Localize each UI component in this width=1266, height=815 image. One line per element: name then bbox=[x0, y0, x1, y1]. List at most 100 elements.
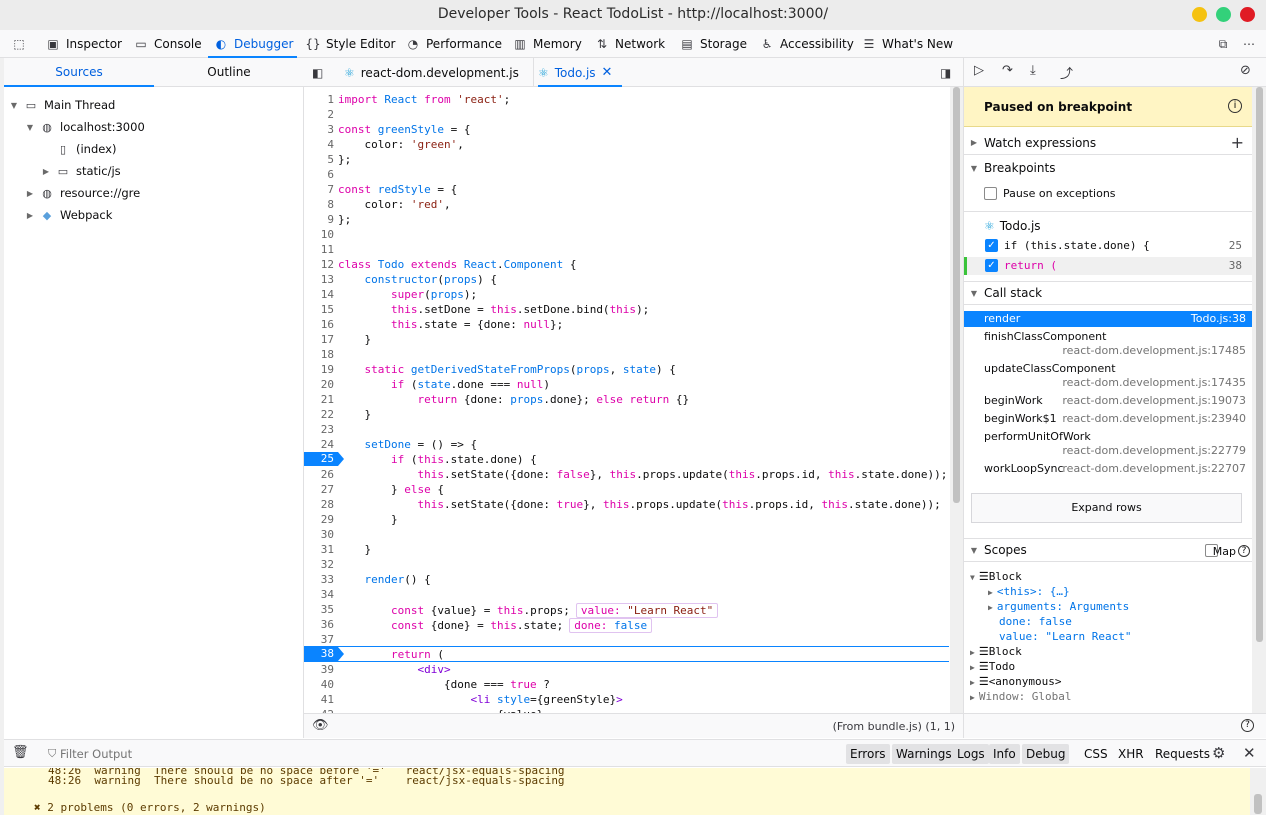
tree-webpack[interactable]: ▶ ◆ Webpack bbox=[24, 205, 112, 225]
debugger-sidebar: Paused on breakpoint i ▶ Watch expression… bbox=[963, 87, 1266, 713]
breakpoint-marker-25[interactable]: 25 bbox=[304, 452, 344, 466]
tree-main-thread[interactable]: ▼ ▭ Main Thread bbox=[8, 95, 115, 115]
toggle-pane-button[interactable]: ◨ bbox=[940, 58, 951, 87]
eye-icon[interactable]: 👁 bbox=[312, 718, 329, 733]
filter-debug[interactable]: Debug bbox=[1022, 744, 1070, 764]
scope-block[interactable]: ▶ ☰<anonymous> bbox=[970, 675, 1062, 688]
pause-on-exceptions[interactable]: Pause on exceptions bbox=[984, 187, 1116, 200]
filter-errors[interactable]: Errors bbox=[846, 744, 890, 764]
breakpoint-item[interactable]: ✓ if (this.state.done) { 25 bbox=[964, 237, 1252, 255]
tab-network[interactable]: ⇅ Network bbox=[595, 30, 665, 58]
breakpoints-header[interactable]: ▼ Breakpoints bbox=[964, 156, 1252, 180]
tab-whats-new[interactable]: ☰ What's New bbox=[862, 30, 953, 58]
editor-tab-todo[interactable]: ⚛ Todo.js ✕ bbox=[538, 58, 612, 87]
tab-accessibility[interactable]: ♿ Accessibility bbox=[760, 30, 854, 58]
more-menu-button[interactable]: ⋯ bbox=[1242, 30, 1262, 58]
close-icon[interactable]: ✕ bbox=[1243, 744, 1256, 762]
callstack-header[interactable]: ▼ Call stack bbox=[964, 281, 1252, 305]
sidebar-scrollbar[interactable] bbox=[1252, 87, 1266, 713]
callstack-frame[interactable]: finishClassComponent react-dom.developme… bbox=[964, 329, 1252, 359]
tree-localhost[interactable]: ▼ ◍ localhost:3000 bbox=[24, 117, 145, 137]
deactivate-breakpoints-icon[interactable]: ⊘ bbox=[1240, 63, 1251, 78]
toggle-sources-button[interactable]: ◧ bbox=[312, 58, 323, 87]
checkbox-checked-icon[interactable]: ✓ bbox=[985, 259, 998, 272]
step-in-icon[interactable]: ⤓ bbox=[1030, 63, 1036, 78]
close-window-button[interactable] bbox=[1240, 7, 1255, 22]
checkbox-checked-icon[interactable]: ✓ bbox=[985, 239, 998, 252]
pause-exceptions-checkbox[interactable] bbox=[984, 187, 997, 200]
window-title: Developer Tools - React TodoList - http:… bbox=[437, 6, 829, 22]
scope-var[interactable]: ▶ <this>: {…} bbox=[988, 585, 1070, 598]
breakpoint-item[interactable]: ✓ return ( 38 bbox=[964, 257, 1252, 275]
value-preview[interactable]: value: "Learn React" bbox=[575, 603, 719, 618]
tab-memory[interactable]: ▥ Memory bbox=[513, 30, 581, 58]
callstack-frame[interactable]: performUnitOfWork react-dom.development.… bbox=[964, 429, 1252, 459]
close-tab-icon[interactable]: ✕ bbox=[602, 65, 613, 80]
filter-requests[interactable]: Requests bbox=[1151, 744, 1214, 764]
filter-logs[interactable]: Logs bbox=[953, 744, 989, 764]
element-picker-button[interactable]: ⬚ bbox=[12, 30, 32, 58]
tab-storage[interactable]: ▤ Storage bbox=[680, 30, 747, 58]
filter-xhr[interactable]: XHR bbox=[1114, 744, 1148, 764]
tab-debugger[interactable]: ◐ Debugger bbox=[207, 30, 298, 58]
tab-inspector[interactable]: ▣ Inspector bbox=[46, 30, 122, 58]
debugger-icon: ◐ bbox=[215, 37, 227, 51]
collapse-arrow-icon: ▶ bbox=[970, 678, 975, 687]
info-icon[interactable]: i bbox=[1228, 99, 1242, 113]
scope-var[interactable]: value: "Learn React" bbox=[999, 630, 1131, 643]
webpack-icon: ◆ bbox=[42, 208, 52, 222]
callstack-frame[interactable]: beginWork react-dom.development.js:19073 bbox=[964, 393, 1252, 409]
console-scrollbar[interactable] bbox=[1250, 768, 1266, 815]
gear-icon[interactable]: ⚙ bbox=[1212, 744, 1225, 762]
editor-tab-react-dom[interactable]: ⚛ react-dom.development.js bbox=[344, 58, 534, 87]
scope-var[interactable]: done: false bbox=[999, 615, 1072, 628]
frame-fn: beginWork bbox=[984, 394, 1043, 407]
scrollbar-thumb[interactable] bbox=[953, 87, 960, 503]
filter-output-input[interactable] bbox=[60, 745, 360, 763]
code-scrollbar[interactable] bbox=[950, 87, 963, 713]
expand-arrow-icon: ▼ bbox=[970, 573, 975, 582]
done-preview[interactable]: done: false bbox=[569, 618, 653, 633]
help-icon[interactable]: ? bbox=[1238, 545, 1250, 557]
filter-info[interactable]: Info bbox=[989, 744, 1020, 764]
callstack-frame[interactable]: workLoopSync react-dom.development.js:22… bbox=[964, 461, 1252, 477]
expand-rows-button[interactable]: Expand rows bbox=[971, 493, 1242, 523]
filter-warnings[interactable]: Warnings bbox=[892, 744, 956, 764]
frame-loc: react-dom.development.js:22779 bbox=[1062, 444, 1246, 457]
scopes-header[interactable]: ▼ Scopes Map ? bbox=[964, 538, 1252, 562]
code-editor[interactable]: 1 import React from 'react'; 2 3 const gre… bbox=[304, 87, 949, 713]
watch-expressions-header[interactable]: ▶ Watch expressions + bbox=[964, 131, 1252, 155]
filter-css[interactable]: CSS bbox=[1080, 744, 1112, 764]
step-out-icon[interactable]: ⤴ bbox=[1060, 63, 1073, 82]
tab-style-editor[interactable]: {} Style Editor bbox=[305, 30, 395, 58]
paused-banner: Paused on breakpoint i bbox=[964, 87, 1252, 127]
scope-block[interactable]: ▶ ☰Todo bbox=[970, 660, 1015, 673]
breakpoint-marker-38[interactable]: 38 bbox=[304, 647, 344, 661]
scope-var[interactable]: ▶ arguments: Arguments bbox=[988, 600, 1129, 613]
scrollbar-thumb[interactable] bbox=[1256, 87, 1263, 642]
tab-label: Console bbox=[154, 37, 202, 51]
tree-index[interactable]: ▯ (index) bbox=[56, 139, 116, 159]
resume-icon[interactable]: ▷ bbox=[974, 63, 984, 78]
tab-outline[interactable]: Outline bbox=[154, 58, 304, 87]
callstack-frame-selected[interactable]: render Todo.js:38 bbox=[964, 311, 1252, 327]
scope-block[interactable]: ▼ ☰Block bbox=[970, 570, 1022, 583]
maximize-button[interactable] bbox=[1216, 7, 1231, 22]
tab-console[interactable]: ▭ Console bbox=[134, 30, 202, 58]
callstack-frame[interactable]: updateClassComponent react-dom.developme… bbox=[964, 361, 1252, 391]
scrollbar-thumb[interactable] bbox=[1254, 794, 1262, 814]
network-icon: ⇅ bbox=[596, 37, 608, 51]
tree-static-js[interactable]: ▶ ▭ static/js bbox=[40, 161, 121, 181]
step-over-icon[interactable]: ↷ bbox=[1002, 63, 1013, 78]
minimize-button[interactable] bbox=[1192, 7, 1207, 22]
trash-icon[interactable]: 🗑 bbox=[12, 745, 29, 760]
tab-sources[interactable]: Sources bbox=[4, 58, 154, 87]
add-watch-icon[interactable]: + bbox=[1231, 133, 1244, 152]
scope-block[interactable]: ▶ Window: Global bbox=[970, 690, 1072, 703]
dock-button[interactable]: ⧉ bbox=[1216, 30, 1236, 58]
tree-resource-gre[interactable]: ▶ ◍ resource://gre bbox=[24, 183, 140, 203]
help-icon[interactable]: ? bbox=[1241, 719, 1254, 732]
tab-performance[interactable]: ◔ Performance bbox=[406, 30, 502, 58]
scope-block[interactable]: ▶ ☰Block bbox=[970, 645, 1022, 658]
callstack-frame[interactable]: beginWork$1 react-dom.development.js:239… bbox=[964, 411, 1252, 427]
